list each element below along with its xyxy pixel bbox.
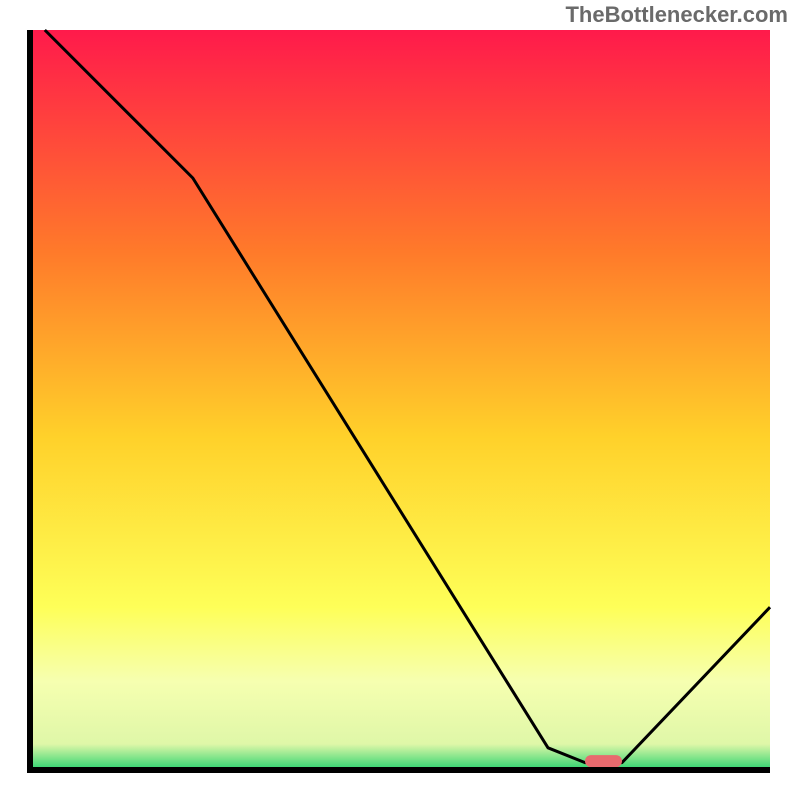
chart-container: TheBottlenecker.com (0, 0, 800, 800)
optimal-marker (585, 755, 622, 767)
bottleneck-chart (0, 0, 800, 800)
plot-background (30, 30, 770, 770)
watermark-label: TheBottlenecker.com (565, 2, 788, 28)
